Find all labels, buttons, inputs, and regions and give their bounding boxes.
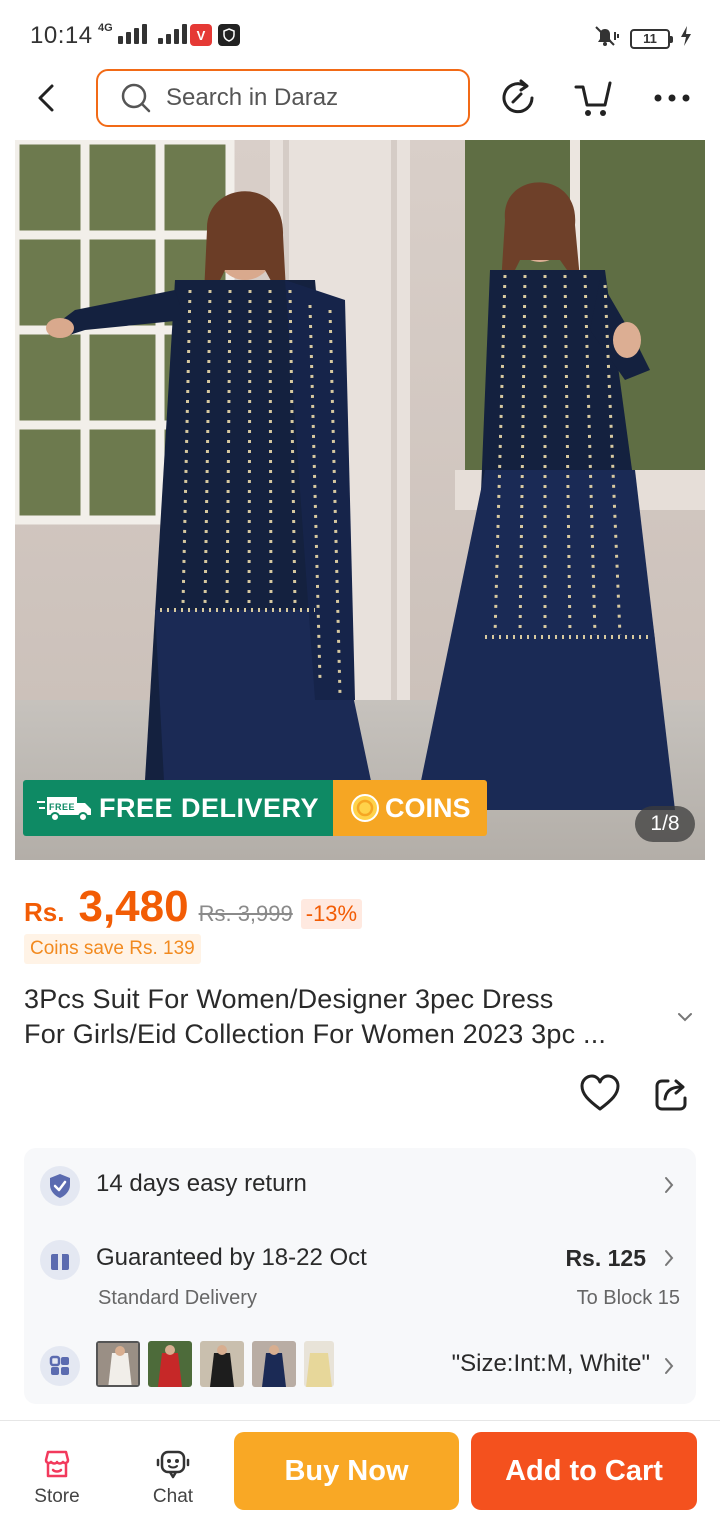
status-time: 10:14 (30, 22, 93, 49)
store-label: Store (34, 1486, 80, 1507)
store-icon (44, 1450, 70, 1478)
shield-check-icon (40, 1166, 80, 1206)
mute-icon (592, 24, 620, 53)
variant-thumbnail[interactable] (304, 1341, 334, 1387)
delivery-fee: Rs. 125 (565, 1245, 646, 1271)
free-delivery-badge: FREE FREE DELIVERY (23, 780, 334, 836)
variant-thumbnails (96, 1341, 334, 1387)
product-title[interactable]: 3Pcs Suit For Women/Designer 3pec Dress … (24, 982, 664, 1052)
variant-thumbnail[interactable] (200, 1341, 244, 1387)
free-tag-text: FREE (49, 802, 75, 812)
vivaldi-app-icon: V (190, 24, 212, 46)
chevron-right-icon (665, 1358, 674, 1374)
delivery-box-icon (40, 1240, 80, 1280)
current-price: 3,480 (78, 882, 189, 931)
chevron-down-icon (678, 1013, 692, 1022)
store-button[interactable]: Store (22, 1448, 92, 1508)
product-image[interactable]: FREE FREE DELIVERY COINS 1/8 (15, 140, 705, 860)
status-bar: 10:14 4G V 11 (0, 0, 720, 70)
more-dots-icon (654, 94, 690, 102)
search-placeholder: Search in Daraz (166, 84, 339, 111)
history-button[interactable] (496, 76, 540, 120)
chat-robot-icon (156, 1450, 190, 1479)
variant-thumbnail[interactable] (252, 1341, 296, 1387)
variant-thumbnail[interactable] (96, 1341, 140, 1387)
product-title-line2: For Girls/Eid Collection For Women 2023 … (24, 1019, 607, 1049)
share-button[interactable] (650, 1072, 694, 1116)
coins-save-badge: Coins save Rs. 139 (24, 934, 201, 964)
delivery-location: To Block 15 (576, 1287, 680, 1309)
refresh-arrow-icon (502, 79, 534, 114)
add-to-cart-button[interactable]: Add to Cart (471, 1432, 697, 1510)
chevron-right-icon (665, 1250, 674, 1266)
buy-now-button[interactable]: Buy Now (234, 1432, 459, 1510)
battery-icon: 11 (630, 28, 673, 49)
delivery-row[interactable]: Guaranteed by 18-22 Oct Standard Deliver… (24, 1228, 696, 1318)
charging-icon (680, 26, 692, 51)
service-info-card: 14 days easy return Guaranteed by 18-22 … (24, 1148, 696, 1404)
variant-thumbnail[interactable] (148, 1341, 192, 1387)
delivery-title: Guaranteed by 18-22 Oct (96, 1244, 367, 1271)
selected-variant: "Size:Int:M, White" (451, 1350, 650, 1377)
coins-label: COINS (385, 792, 471, 823)
free-delivery-label: FREE DELIVERY (99, 792, 320, 823)
shield-app-icon (218, 24, 240, 46)
top-bar: Search in Daraz (0, 66, 720, 130)
price-row: Rs. 3,480 Rs. 3,999 -13% (24, 882, 363, 932)
original-price: Rs. 3,999 (198, 901, 293, 926)
heart-icon (580, 1074, 620, 1111)
wishlist-button[interactable] (578, 1072, 622, 1116)
image-page-indicator: 1/8 (635, 806, 695, 842)
expand-title-button[interactable] (676, 1010, 694, 1028)
delivery-truck-icon: FREE (37, 797, 91, 822)
coin-icon (351, 794, 380, 822)
product-photo (15, 140, 705, 860)
bottom-divider (0, 1420, 720, 1421)
back-button[interactable] (30, 78, 66, 118)
more-options-button[interactable] (650, 76, 694, 120)
back-arrow-icon (38, 84, 54, 112)
signal-icon: 4G (98, 22, 187, 44)
return-policy-text: 14 days easy return (96, 1170, 307, 1197)
cart-button[interactable] (572, 76, 616, 120)
chat-button[interactable]: Chat (138, 1448, 208, 1508)
search-icon (121, 83, 151, 113)
delivery-type: Standard Delivery (98, 1287, 257, 1309)
variants-grid-icon (40, 1346, 80, 1386)
price-currency: Rs. (24, 897, 65, 927)
product-title-line1: 3Pcs Suit For Women/Designer 3pec Dress (24, 984, 554, 1014)
search-input[interactable]: Search in Daraz (96, 69, 470, 127)
network-type: 4G (98, 22, 113, 34)
promo-badges: FREE FREE DELIVERY COINS (23, 780, 487, 836)
share-icon (655, 1079, 687, 1111)
return-policy-row[interactable]: 14 days easy return (24, 1148, 696, 1220)
cart-icon (574, 81, 612, 116)
chat-label: Chat (152, 1486, 194, 1507)
chevron-right-icon (665, 1177, 674, 1193)
discount-badge: -13% (300, 899, 363, 929)
coins-badge: COINS (333, 780, 487, 836)
